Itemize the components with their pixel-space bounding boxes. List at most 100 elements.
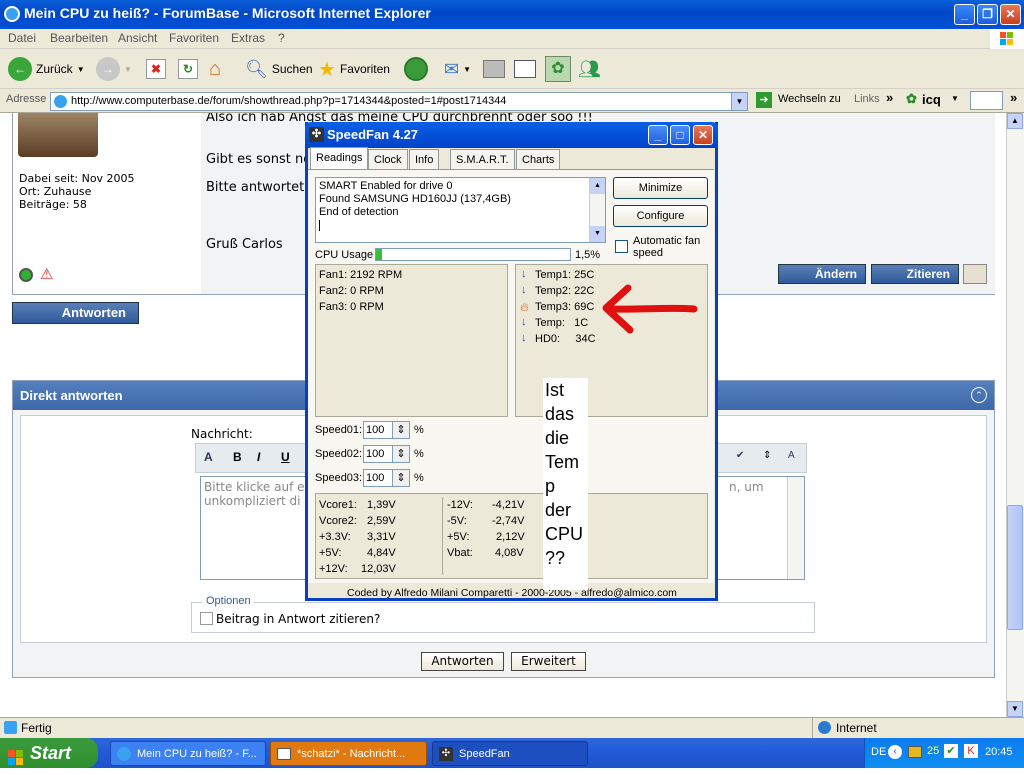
bold-icon[interactable]: B [233,450,242,464]
icq-dropdown-icon[interactable]: ▼ [951,94,959,103]
clear-formatting-icon[interactable]: A [204,450,213,464]
collapse-icon[interactable]: ⌃ [971,387,987,403]
edit-page-icon [514,60,536,78]
menu-ansicht[interactable]: Ansicht [118,31,157,45]
minimize-button[interactable]: Minimize [613,177,708,199]
status-bar: Fertig Internet [0,717,1024,738]
print-button[interactable] [483,53,505,85]
toolbar-chevron-icon[interactable]: » [1010,90,1017,105]
configure-button[interactable]: Configure [613,205,708,227]
voltage-value: 2,12V [496,531,525,543]
report-warning-icon[interactable]: ⚠ [40,265,53,283]
speedfan-maximize-button[interactable]: □ [670,125,690,145]
dropdown-arrow-icon[interactable]: ▼ [463,65,471,74]
tab-clock[interactable]: Clock [368,149,408,169]
dropdown-arrow-icon[interactable]: ▼ [124,65,132,74]
tab-charts[interactable]: Charts [516,149,561,169]
textarea-scrollbar[interactable] [787,477,804,579]
clock[interactable]: 20:45 [985,746,1013,758]
menu-favoriten[interactable]: Favoriten [169,31,219,45]
go-button[interactable]: Wechseln zu [778,93,841,105]
close-window-button[interactable]: ✕ [1000,4,1021,25]
log-scroll-up-icon[interactable]: ▲ [590,178,605,194]
icq-label[interactable]: icq [922,92,941,107]
refresh-button[interactable]: ↻ [178,53,198,85]
mail-button[interactable]: ✉ ▼ [444,53,471,85]
url-dropdown-icon[interactable]: ▼ [731,93,747,110]
links-label[interactable]: Links [854,93,880,105]
menu-extras[interactable]: Extras [231,31,265,45]
voltage-name: +3.3V: [319,531,351,543]
reply-label: Antworten [61,305,126,320]
tab-readings[interactable]: Readings [310,147,369,170]
back-button[interactable]: ← Zurück ▼ [8,53,85,85]
voltage-value: -2,74V [492,515,525,527]
minimize-window-button[interactable]: _ [954,4,975,25]
online-status-icon [19,268,33,282]
tab-smart[interactable]: S.M.A.R.T. [450,149,515,169]
speed03-spinner-icon[interactable]: ⇕ [392,469,410,487]
edit-button[interactable] [514,53,536,85]
log-scroll-down-icon[interactable]: ▼ [590,226,605,242]
menu-bearbeiten[interactable]: Bearbeiten [50,31,108,45]
history-button[interactable] [404,53,428,85]
dropdown-arrow-icon[interactable]: ▼ [77,65,85,74]
favorites-button[interactable]: ★ Favoriten [318,53,390,85]
speedfan-close-button[interactable]: ✕ [693,125,713,145]
advanced-reply-button[interactable]: Erweitert [511,652,586,671]
tray-number[interactable]: 25 [927,745,939,757]
reply-button[interactable]: Antworten [12,302,139,324]
tray-check-icon[interactable]: ✔ [944,744,958,758]
menu-datei[interactable]: Datei [8,31,36,45]
detection-log[interactable]: SMART Enabled for drive 0 Found SAMSUNG … [315,177,606,243]
scroll-up-icon[interactable]: ▲ [1007,113,1023,129]
url-input[interactable]: http://www.computerbase.de/forum/showthr… [50,92,748,111]
speed02-spinner-icon[interactable]: ⇕ [392,445,410,463]
spellcheck-icon[interactable]: ✔ [736,450,744,461]
auto-fan-checkbox[interactable] [615,240,628,253]
voltage-name: +12V: [319,563,348,575]
go-arrow-icon[interactable]: ➜ [756,92,772,108]
edit-post-button[interactable]: Ändern [778,264,866,284]
icq-toolbar-button[interactable]: ✿ [545,53,571,85]
language-indicator[interactable]: DE [871,746,886,758]
task-label: SpeedFan [459,748,510,760]
search-button[interactable]: 🔍︎ Suchen [245,53,313,85]
menu-help[interactable]: ? [278,31,285,45]
speed01-spinner-icon[interactable]: ⇕ [392,421,410,439]
restore-window-button[interactable]: ❐ [977,4,998,25]
links-chevron-icon[interactable]: » [886,90,893,105]
quote-post-button[interactable]: Zitieren [871,264,959,284]
tab-info[interactable]: Info [409,149,440,169]
taskbar-item-message[interactable]: *schatzi* - Nachricht... [270,741,427,766]
mail-icon: ✉ [444,58,460,79]
tray-app-icon[interactable] [908,746,922,758]
icq-search-input[interactable] [970,91,1003,110]
underline-icon[interactable]: U [281,450,290,464]
back-label: Zurück [36,62,73,76]
submit-reply-button[interactable]: Antworten [421,652,504,671]
log-scrollbar[interactable]: ▲ ▼ [589,178,605,242]
history-icon [404,57,428,81]
italic-icon[interactable]: I [257,450,260,464]
icq-icon: ✿ [906,91,917,106]
task-label: Mein CPU zu heiß? - F... [137,748,257,760]
speedfan-minimize-button[interactable]: _ [648,125,668,145]
forward-button[interactable]: → ▼ [96,53,132,85]
quick-edit-icon[interactable] [963,264,987,284]
start-label: Start [30,743,72,763]
stop-button[interactable]: ✖ [146,53,166,85]
font-size-icon[interactable]: A [788,450,795,461]
taskbar-item-speedfan[interactable]: ✣ SpeedFan [432,741,588,766]
home-button[interactable]: ⌂ [209,53,221,85]
messenger-button[interactable]: 👥︎ [578,53,601,85]
tray-antivirus-icon[interactable]: K [964,744,978,758]
start-button[interactable]: Start [0,738,98,768]
taskbar-item-ie[interactable]: Mein CPU zu heiß? - F... [110,741,266,766]
resize-icon[interactable]: ⇕ [763,450,771,461]
scroll-thumb[interactable] [1007,505,1023,630]
scroll-down-icon[interactable]: ▼ [1007,701,1023,717]
language-bar-icon[interactable]: ‹ [888,745,902,759]
auto-fan-label: Automatic fan speed [633,235,701,259]
quote-checkbox[interactable] [200,612,213,625]
